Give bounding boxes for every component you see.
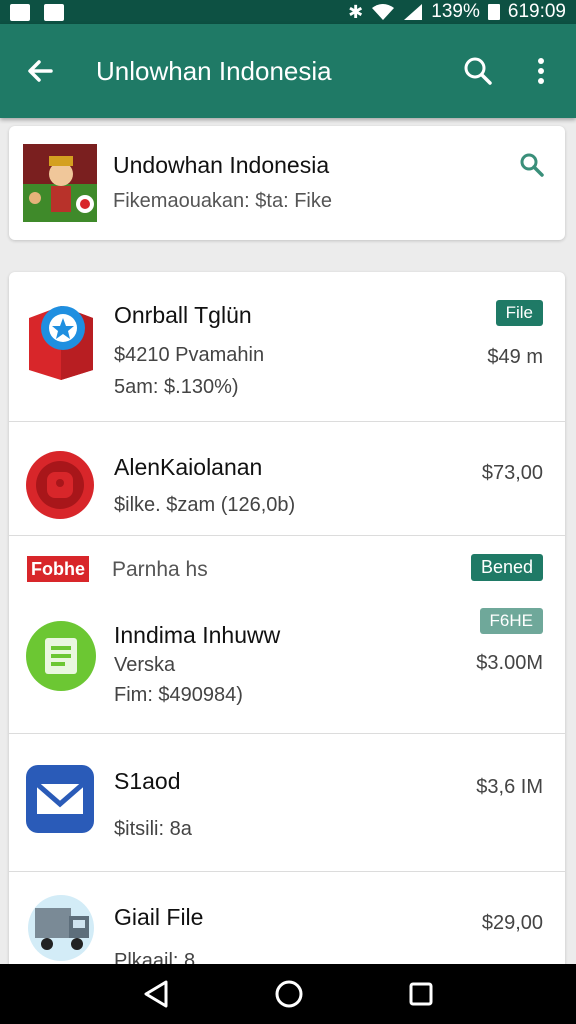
list-item[interactable]: Giail File Plkaail: 8 $29,00	[9, 872, 565, 972]
item-title: AlenKaiolanan	[114, 454, 263, 480]
section-badge[interactable]: Bened	[470, 554, 543, 581]
section-header: Fobhe Parnha hs Bened	[9, 536, 565, 596]
item-price: $3.00M	[476, 652, 543, 674]
section-logo: Fobhe	[27, 556, 89, 582]
search-button[interactable]	[450, 24, 506, 118]
item-price: $3,6 IM	[476, 776, 543, 798]
app-title: Unlowhan Indonesia	[96, 55, 332, 86]
item-detail: $itsili: 8a	[114, 818, 192, 840]
header-card[interactable]: Undowhan Indonesia Fikemaouakan: $ta: Fi…	[9, 126, 565, 240]
app-icon-red-blue	[25, 300, 97, 385]
status-bar: ✱ 139% 619:09	[0, 0, 576, 24]
clock: 619:09	[507, 1, 566, 22]
item-title: Onrball Tglün	[114, 302, 252, 328]
app-icon-red-circle	[25, 450, 95, 525]
arrow-back-icon	[28, 60, 53, 82]
app-bar: Unlowhan Indonesia	[0, 24, 576, 118]
item-price: $49 m	[487, 346, 543, 368]
item-title: S1aod	[114, 768, 181, 794]
list-item[interactable]: AlenKaiolanan $ilke. $zam (126,0b) $73,0…	[9, 422, 565, 536]
search-icon	[520, 153, 544, 177]
download-notification-icon	[44, 3, 64, 21]
header-title: Undowhan Indonesia	[113, 152, 330, 178]
item-price: $29,00	[481, 912, 543, 934]
item-detail: 5am: $.130%)	[114, 376, 239, 398]
item-detail: $ilke. $zam (126,0b)	[114, 494, 296, 516]
home-nav-button[interactable]	[274, 979, 304, 1009]
item-price: $73,00	[481, 462, 543, 484]
item-title: Inndima Inhuww	[114, 622, 281, 648]
section-label: Parnha hs	[112, 558, 208, 581]
status-badge[interactable]: F6HE	[479, 608, 543, 634]
battery-icon	[487, 4, 500, 20]
item-detail: Verska	[114, 654, 176, 676]
file-list: Onrball Tglün $4210 Pvamahin 5am: $.130%…	[9, 272, 565, 972]
truck-icon	[25, 894, 97, 967]
more-vert-icon	[538, 58, 544, 84]
list-item[interactable]: Inndima Inhuww Verska Fim: $490984) F6HE…	[9, 596, 565, 734]
list-item[interactable]: S1aod $itsili: 8a $3,6 IM	[9, 734, 565, 872]
image-notification-icon	[10, 3, 30, 21]
back-button[interactable]	[0, 24, 80, 118]
list-item[interactable]: Onrball Tglün $4210 Pvamahin 5am: $.130%…	[9, 272, 565, 422]
header-thumbnail	[23, 144, 97, 222]
battery-percent: 139%	[431, 1, 480, 22]
item-detail: $4210 Pvamahin	[114, 344, 265, 366]
recents-nav-button[interactable]	[408, 981, 434, 1007]
back-nav-button[interactable]	[142, 979, 170, 1009]
bluetooth-icon: ✱	[348, 1, 364, 22]
search-icon	[464, 57, 492, 85]
item-title: Giail File	[114, 904, 204, 930]
header-search-button[interactable]	[519, 152, 545, 183]
overflow-menu-button[interactable]	[506, 24, 576, 118]
mail-icon	[25, 764, 95, 839]
signal-icon	[404, 4, 423, 20]
navigation-bar	[0, 964, 576, 1024]
status-badge[interactable]: File	[495, 300, 543, 326]
app-icon-green-doc	[25, 620, 97, 697]
header-subtitle: Fikemaouakan: $ta: Fike	[113, 190, 332, 212]
wifi-icon	[372, 4, 395, 20]
item-detail: Fim: $490984)	[114, 684, 243, 706]
